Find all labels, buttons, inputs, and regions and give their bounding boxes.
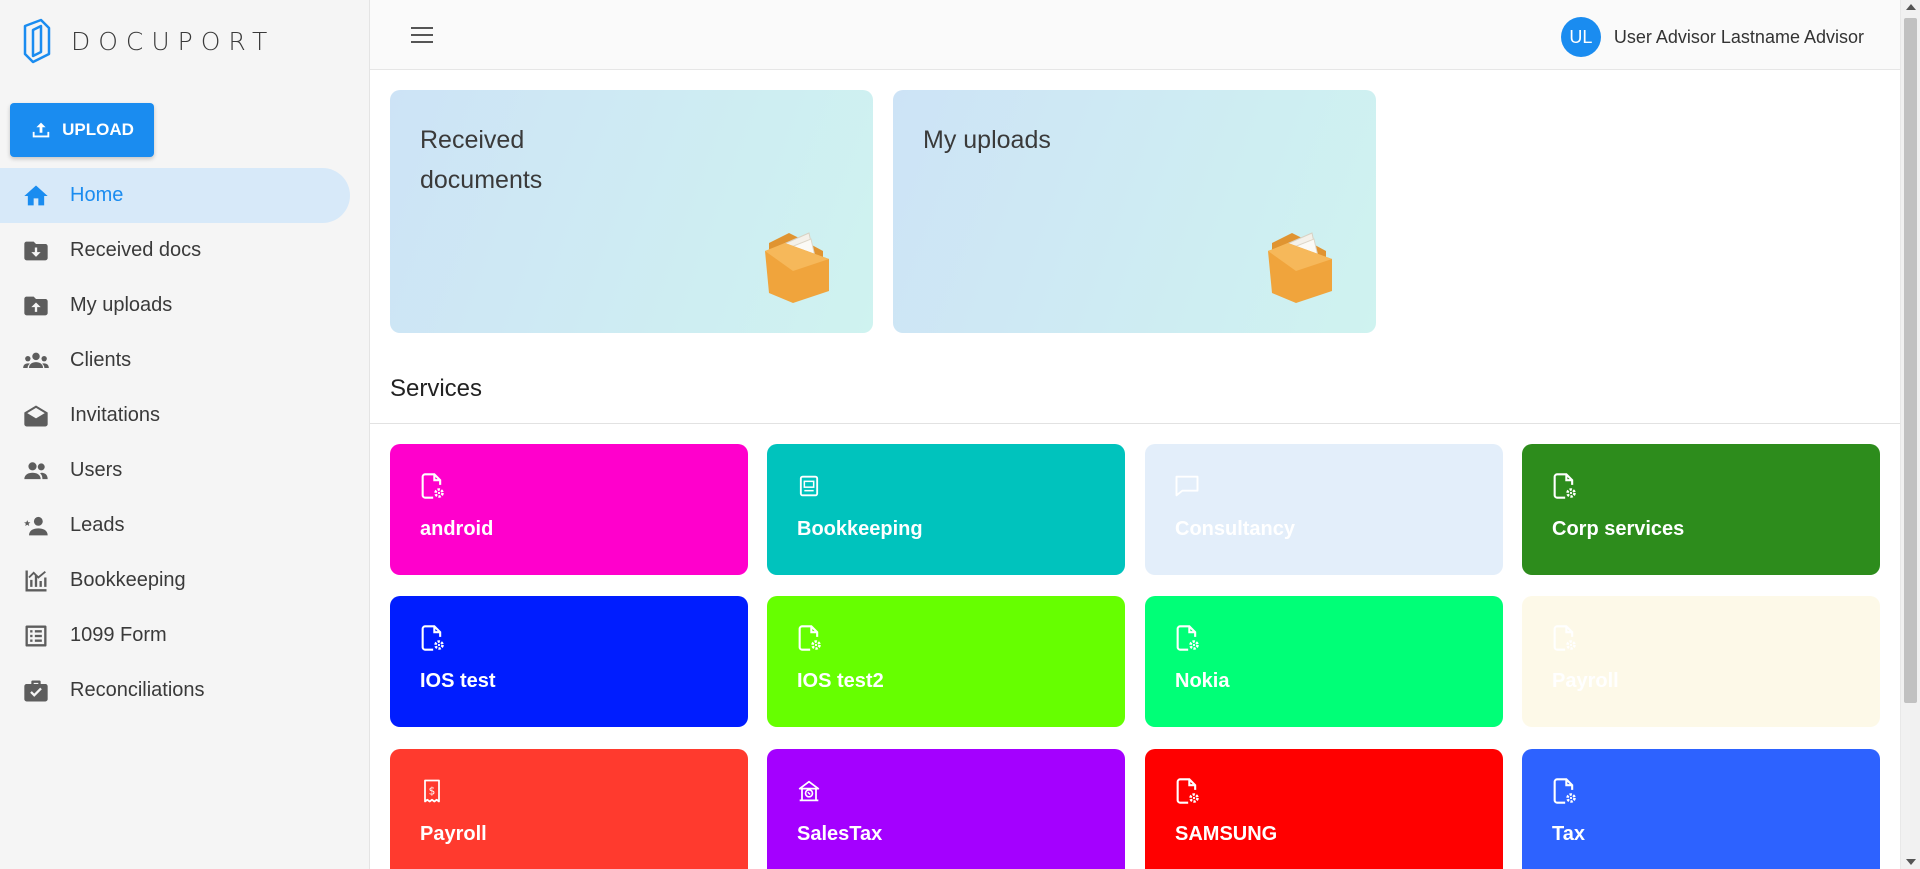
file-gear-icon [421, 625, 444, 651]
service-tile-samsung[interactable]: SAMSUNG [1145, 749, 1503, 869]
sidebar-item-label: Clients [70, 349, 132, 371]
service-tile-corp-services[interactable]: Corp services [1522, 444, 1880, 575]
briefcase-check-icon [24, 680, 48, 701]
file-gear-icon [1553, 625, 1576, 651]
service-label: Corp services [1552, 518, 1685, 540]
service-label: android [420, 518, 494, 540]
sidebar-item-my-uploads[interactable]: My uploads [0, 278, 350, 333]
folder-download-icon [24, 241, 48, 260]
divider [370, 423, 1900, 424]
upload-icon [32, 122, 50, 138]
folder-upload-icon [24, 296, 48, 315]
top-bar: UL User Advisor Lastname Advisor [370, 0, 1900, 70]
file-gear-icon [798, 625, 821, 651]
sidebar-item-label: Reconciliations [70, 679, 205, 701]
service-tile-ios-test2[interactable]: IOS test2 [767, 596, 1125, 727]
service-label: Consultancy [1175, 518, 1296, 540]
file-gear-icon [421, 473, 444, 499]
ledger-icon [799, 475, 819, 497]
sidebar-item-invitations[interactable]: Invitations [0, 388, 350, 443]
sidebar-item-1099-form[interactable]: 1099 Form [0, 608, 350, 663]
brand-name: DOCUPORT [71, 26, 276, 56]
sidebar-item-label: Invitations [70, 404, 161, 426]
service-tile-android[interactable]: android [390, 444, 748, 575]
service-label: Tax [1552, 823, 1585, 845]
service-label: Payroll [420, 823, 487, 845]
file-gear-icon [1176, 625, 1199, 651]
service-tile-nokia[interactable]: Nokia [1145, 596, 1503, 727]
received-documents-card[interactable]: Received documents [390, 90, 873, 333]
sidebar-item-label: Received docs [70, 239, 202, 261]
service-label: SalesTax [797, 823, 883, 845]
menu-toggle-button[interactable] [406, 19, 438, 51]
service-tile-bookkeeping[interactable]: Bookkeeping [767, 444, 1125, 575]
sidebar-item-label: Bookkeeping [70, 569, 186, 591]
hamburger-menu-icon [411, 27, 433, 43]
sidebar-nav: Home Received docs My uploads Clients In… [0, 168, 350, 718]
sidebar-item-label: Leads [70, 514, 125, 536]
user-name: User Advisor Lastname Advisor [1613, 26, 1864, 47]
sidebar-item-leads[interactable]: Leads [0, 498, 350, 553]
sidebar-item-received-docs[interactable]: Received docs [0, 223, 350, 278]
scrollbar-thumb[interactable] [1904, 18, 1917, 703]
list-form-icon [25, 625, 47, 646]
user-menu[interactable]: UL User Advisor Lastname Advisor [1560, 17, 1864, 57]
folder-icon [765, 232, 829, 303]
service-tile-payroll-2[interactable]: $ Payroll [390, 749, 748, 869]
users-icon [24, 461, 48, 479]
sidebar-item-clients[interactable]: Clients [0, 333, 350, 388]
service-tile-consultancy[interactable]: Consultancy [1145, 444, 1503, 575]
my-uploads-card[interactable]: My uploads [893, 90, 1376, 333]
person-star-icon [24, 516, 48, 535]
sidebar-item-users[interactable]: Users [0, 443, 350, 498]
scroll-down-arrow-icon[interactable] [1906, 859, 1916, 865]
logo[interactable]: DOCUPORT [19, 18, 275, 64]
receipt-dollar-icon: $ [424, 779, 440, 803]
scroll-up-arrow-icon[interactable] [1906, 4, 1916, 10]
service-tile-tax[interactable]: Tax [1522, 749, 1880, 869]
services-heading: Services [390, 375, 483, 402]
vertical-scrollbar[interactable] [1900, 0, 1920, 869]
card-title: Received documents [420, 126, 543, 194]
home-icon [24, 185, 48, 205]
sidebar-item-home[interactable]: Home [0, 168, 350, 223]
file-gear-icon [1553, 778, 1576, 804]
group-icon [23, 352, 49, 368]
folder-icon [1268, 232, 1332, 303]
service-tile-ios-test[interactable]: IOS test [390, 596, 748, 727]
service-label: SAMSUNG [1175, 823, 1278, 845]
avatar: UL [1560, 17, 1601, 57]
service-label: IOS test2 [797, 670, 884, 692]
chat-bubble-icon [1175, 475, 1199, 497]
sidebar-item-label: My uploads [70, 294, 173, 316]
service-label: IOS test [420, 670, 496, 692]
file-gear-icon [1176, 778, 1199, 804]
service-tile-salestax[interactable]: SalesTax [767, 749, 1125, 869]
upload-button-label: UPLOAD [62, 120, 134, 139]
tax-building-icon [798, 780, 820, 802]
svg-text:$: $ [429, 786, 436, 798]
file-gear-icon [1553, 473, 1576, 499]
envelope-open-icon [24, 405, 48, 426]
sidebar-item-label: Users [70, 459, 123, 481]
service-tile-payroll[interactable]: Payroll [1522, 596, 1880, 727]
upload-button[interactable]: UPLOAD [10, 103, 154, 157]
service-label: Nokia [1175, 670, 1230, 692]
sidebar-item-reconciliations[interactable]: Reconciliations [0, 663, 350, 718]
sidebar: DOCUPORT UPLOAD Home Received docs My up… [0, 0, 370, 869]
chart-icon [25, 570, 47, 591]
sidebar-item-label: 1099 Form [70, 624, 167, 646]
service-label: Payroll [1552, 670, 1619, 692]
docuport-logo-icon [23, 18, 51, 64]
sidebar-item-label: Home [70, 184, 124, 206]
sidebar-item-bookkeeping[interactable]: Bookkeeping [0, 553, 350, 608]
card-title: My uploads [923, 126, 1051, 154]
service-label: Bookkeeping [797, 518, 923, 540]
